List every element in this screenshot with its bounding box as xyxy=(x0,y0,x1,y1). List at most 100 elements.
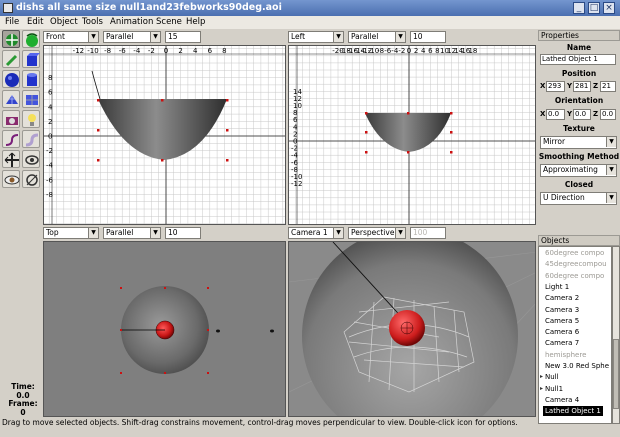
front-view-select[interactable]: Front ▼ xyxy=(43,31,99,43)
x-tick-label: -8 xyxy=(104,47,111,55)
x-tick-label: 8 xyxy=(222,47,226,55)
selection-handle[interactable] xyxy=(407,151,410,154)
left-projection-select[interactable]: Parallel ▼ xyxy=(348,31,406,43)
x-tick-label: -2 xyxy=(148,47,155,55)
menu-object[interactable]: Object xyxy=(50,17,78,27)
camera-projection-select[interactable]: Perspective ▼ xyxy=(348,227,406,239)
object-list-item[interactable]: Null1 xyxy=(540,384,563,394)
menu-tools[interactable]: Tools xyxy=(82,17,103,27)
x-tick-label: 0 xyxy=(407,47,411,55)
selection-handle[interactable] xyxy=(97,99,100,102)
selection-handle[interactable] xyxy=(365,112,368,115)
left-viewport[interactable]: -20 -18 -16 -14 -12 -10 -8 -6 -4 -2 0 2 4 6 8 10 12 14 16 1… xyxy=(288,45,536,225)
selection-handle[interactable] xyxy=(407,112,410,115)
top-projection-select[interactable]: Parallel ▼ xyxy=(103,227,161,239)
brush-tool-icon[interactable] xyxy=(2,50,20,68)
front-projection-select[interactable]: Parallel ▼ xyxy=(103,31,161,43)
front-scale-input[interactable]: 15 xyxy=(165,31,201,43)
rot-y-field[interactable]: 0.0 xyxy=(573,109,591,120)
menu-help[interactable]: Help xyxy=(186,17,205,27)
x-tick-label: 8 xyxy=(435,47,439,55)
menu-edit[interactable]: Edit xyxy=(27,17,43,27)
dolly-tool-icon[interactable] xyxy=(22,170,40,188)
object-list-item[interactable]: Lathed Object 1 xyxy=(543,406,603,417)
name-label: Name xyxy=(566,43,592,52)
selection-handle[interactable] xyxy=(365,131,368,134)
time-display: Time: 0.0 Frame: 0 xyxy=(4,382,42,417)
selection-handle[interactable] xyxy=(450,151,453,154)
selection-handle[interactable] xyxy=(450,131,453,134)
selection-handle[interactable] xyxy=(226,99,229,102)
camera-tool-icon[interactable] xyxy=(2,110,20,128)
front-viewport[interactable]: -12 -10 -8 -6 -4 -2 0 2 4 6 8 8 6 4 2 0 -2 -4 -6 -8 xyxy=(43,45,286,225)
object-list-item[interactable]: Camera 7 xyxy=(545,338,579,348)
object-list-item[interactable]: hemisphere xyxy=(545,350,586,360)
menu-animation[interactable]: Animation xyxy=(110,17,153,27)
object-list-item[interactable]: 45degreecompou xyxy=(545,259,607,269)
object-list-item[interactable]: 60degree compo xyxy=(545,248,604,258)
pos-x-field[interactable]: 293 xyxy=(546,81,565,92)
object-list-scrollbar[interactable] xyxy=(612,246,620,424)
x-tick-label: -12 xyxy=(73,47,84,55)
selection-handle[interactable] xyxy=(450,112,453,115)
camera-viewport[interactable] xyxy=(288,241,536,417)
eye-tool-icon[interactable] xyxy=(2,170,20,188)
view-rotate-tool-icon[interactable] xyxy=(22,150,40,168)
object-list-item[interactable]: New 3.0 Red Sphe xyxy=(545,361,609,371)
minimize-button[interactable]: _ xyxy=(573,2,585,14)
close-button[interactable]: × xyxy=(603,2,615,14)
top-view-select[interactable]: Top ▼ xyxy=(43,227,99,239)
chevron-down-icon: ▼ xyxy=(395,32,405,42)
curve-tool-icon[interactable] xyxy=(2,130,20,148)
front-viewport-header: Front ▼ Parallel ▼ 15 xyxy=(43,30,286,44)
spline-tool-icon[interactable] xyxy=(22,90,40,108)
light-tool-icon[interactable] xyxy=(22,110,40,128)
pos-y-field[interactable]: 281 xyxy=(573,81,591,92)
menu-scene[interactable]: Scene xyxy=(156,17,182,27)
selection-handle[interactable] xyxy=(365,151,368,154)
sphere-tool-icon[interactable] xyxy=(2,70,20,88)
polymesh-tool-icon[interactable] xyxy=(2,90,20,108)
object-list-item[interactable]: Camera 2 xyxy=(545,293,579,303)
move-tool-icon[interactable] xyxy=(2,30,20,48)
camera-view-select[interactable]: Camera 1 ▼ xyxy=(288,227,344,239)
left-view-select[interactable]: Left ▼ xyxy=(288,31,344,43)
x-tick-label: 4 xyxy=(193,47,198,55)
cylinder-tool-icon[interactable] xyxy=(22,70,40,88)
selection-handle[interactable] xyxy=(226,159,229,162)
pos-z-field[interactable]: 21 xyxy=(600,81,616,92)
object-list-item[interactable]: Camera 4 xyxy=(545,395,579,405)
selection-handle[interactable] xyxy=(161,159,164,162)
selection-handle[interactable] xyxy=(97,129,100,132)
object-list-item[interactable]: Camera 6 xyxy=(545,327,579,337)
menu-file[interactable]: File xyxy=(5,17,19,27)
smoothing-select[interactable]: Approximating ▼ xyxy=(540,164,617,177)
scrollbar-thumb[interactable] xyxy=(613,339,619,409)
selection-handle[interactable] xyxy=(226,129,229,132)
cube-tool-icon[interactable] xyxy=(22,50,40,68)
pos-z-label: Z xyxy=(593,82,599,90)
object-list-item[interactable]: Camera 5 xyxy=(545,316,579,326)
selection-handle[interactable] xyxy=(97,159,100,162)
frame-value: 0 xyxy=(20,407,26,417)
pan-tool-icon[interactable] xyxy=(2,150,20,168)
camera-scale-input[interactable]: 100 xyxy=(410,227,446,239)
object-name-field[interactable]: Lathed Object 1 xyxy=(540,54,616,65)
top-scale-input[interactable]: 10 xyxy=(165,227,201,239)
selection-handle[interactable] xyxy=(161,99,164,102)
tube-tool-icon[interactable] xyxy=(22,130,40,148)
maximize-button[interactable]: □ xyxy=(588,2,600,14)
object-list-item[interactable]: Light 1 xyxy=(545,282,569,292)
top-viewport[interactable] xyxy=(43,241,286,417)
rotate-tool-icon[interactable] xyxy=(22,30,40,48)
object-list-item[interactable]: Null xyxy=(540,372,558,382)
object-list-item[interactable]: 60degree compo xyxy=(545,271,604,281)
left-scale-input[interactable]: 10 xyxy=(410,31,446,43)
rot-z-field[interactable]: 0.0 xyxy=(600,109,616,120)
closed-select[interactable]: U Direction ▼ xyxy=(540,192,617,205)
object-list[interactable]: 60degree compo 45degreecompou 60degree com… xyxy=(538,246,612,424)
chevron-down-icon: ▼ xyxy=(606,137,616,147)
object-list-item[interactable]: Camera 3 xyxy=(545,305,579,315)
texture-select[interactable]: Mirror ▼ xyxy=(540,136,617,149)
rot-x-field[interactable]: 0.0 xyxy=(546,109,565,120)
